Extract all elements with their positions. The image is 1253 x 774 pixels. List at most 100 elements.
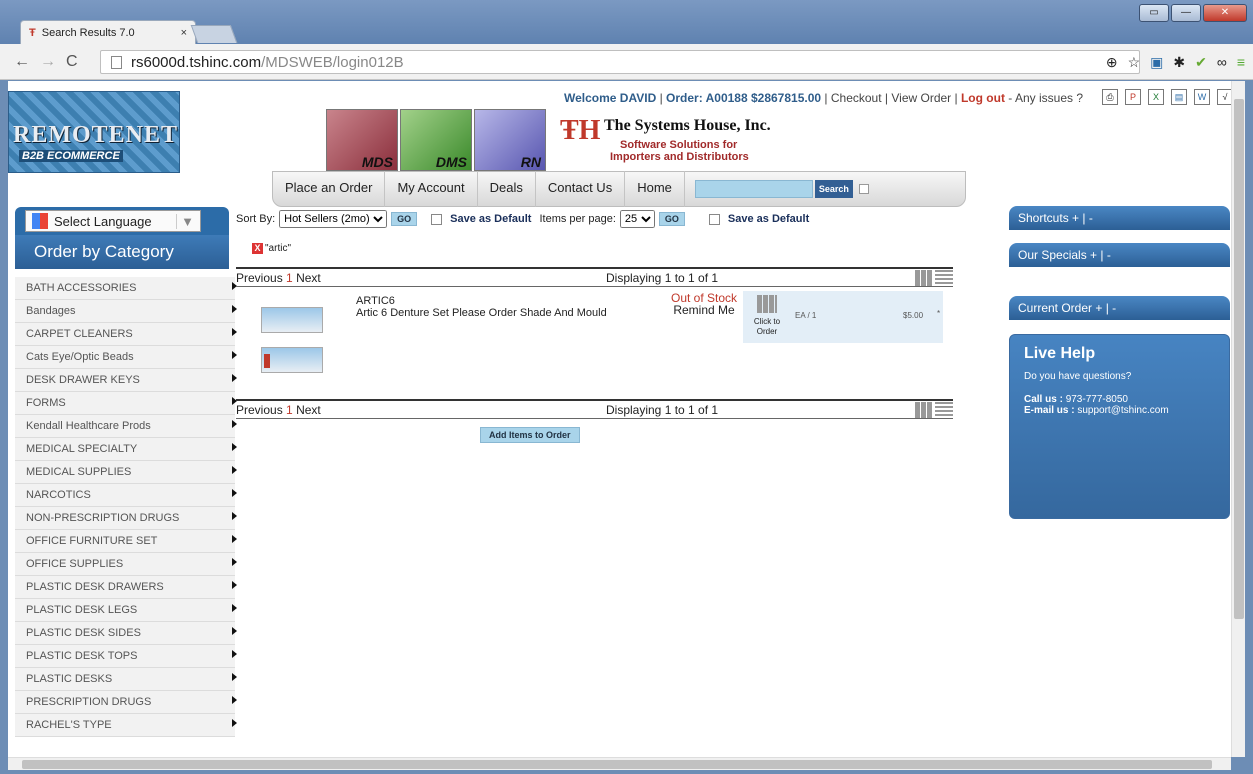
browser-tab[interactable]: Ŧ Search Results 7.0 × (20, 20, 196, 44)
page-number-bottom[interactable]: 1 (286, 403, 293, 417)
bookmark-star-icon[interactable]: ☆ (1128, 54, 1141, 71)
minimize-button[interactable]: — (1171, 4, 1201, 22)
reload-icon[interactable]: C (66, 53, 78, 71)
search-input[interactable] (694, 180, 813, 198)
excel-icon[interactable]: X (1148, 89, 1164, 105)
list-view-icon[interactable] (935, 269, 953, 286)
product-sku[interactable]: ARTIC6 (356, 295, 395, 307)
remove-filter-icon[interactable]: X (252, 243, 263, 254)
csv-icon[interactable]: ▤ (1171, 89, 1187, 105)
remind-me-link[interactable]: Remind Me (664, 303, 744, 317)
horizontal-scrollbar[interactable] (8, 757, 1231, 770)
category-item[interactable]: PLASTIC DESK SIDES (15, 622, 237, 645)
horizontal-scroll-thumb[interactable] (22, 760, 1212, 769)
glasses-icon[interactable]: ∞ (1217, 54, 1227, 71)
category-item[interactable]: OFFICE FURNITURE SET (15, 530, 237, 553)
product-row: ARTIC6 Artic 6 Denture Set Please Order … (236, 291, 953, 391)
logo-sub: B2B ECOMMERCE (19, 150, 123, 162)
per-page-select[interactable]: 25 (619, 210, 655, 228)
list-view-icon[interactable] (935, 401, 953, 418)
favicon-icon: Ŧ (29, 26, 36, 39)
specials-panel[interactable]: Our Specials + | - (1009, 243, 1230, 267)
restore-button[interactable]: ▭ (1139, 4, 1169, 22)
sort-go-button[interactable]: GO (391, 212, 418, 226)
category-item[interactable]: CARPET CLEANERS (15, 323, 237, 346)
tab-close-icon[interactable]: × (181, 27, 187, 39)
next-link[interactable]: Next (296, 271, 321, 285)
nav-deals[interactable]: Deals (478, 171, 536, 207)
shortcuts-panel[interactable]: Shortcuts + | - (1009, 206, 1230, 230)
gear-icon[interactable]: ✱ (1173, 54, 1185, 71)
forward-icon[interactable]: → (40, 53, 56, 71)
checkout-link[interactable]: Checkout (831, 91, 882, 105)
nav-home[interactable]: Home (625, 171, 685, 207)
click-to-order[interactable]: Click to Order (749, 317, 785, 337)
print-icon[interactable]: ⎙ (1102, 89, 1118, 105)
category-item[interactable]: Bandages (15, 300, 237, 323)
new-tab-button[interactable] (190, 25, 238, 43)
order-summary: Order: A00188 $2867815.00 (666, 91, 822, 105)
view-order-link[interactable]: View Order (891, 91, 951, 105)
mds-logo[interactable]: MDS (326, 109, 398, 171)
category-item[interactable]: MEDICAL SUPPLIES (15, 461, 237, 484)
category-item[interactable]: DESK DRAWER KEYS (15, 369, 237, 392)
company-logo[interactable]: ŦH The Systems House, Inc. Software Solu… (560, 111, 790, 169)
search-checkbox[interactable] (858, 184, 869, 194)
nav-my-account[interactable]: My Account (385, 171, 478, 207)
address-bar[interactable]: rs6000d.tshinc.com/MDSWEB/login012B (100, 50, 1140, 74)
phone-number[interactable]: 973-777-8050 (1066, 394, 1128, 405)
previous-link-bottom[interactable]: Previous (236, 403, 283, 417)
previous-link[interactable]: Previous (236, 271, 283, 285)
vertical-scrollbar[interactable] (1231, 81, 1245, 757)
pdf-icon[interactable]: P (1125, 89, 1141, 105)
window-controls: ▭ — ✕ (1139, 4, 1247, 22)
rn-logo[interactable]: RN (474, 109, 546, 171)
zoom-icon[interactable]: ⊕ (1106, 54, 1118, 71)
current-order-panel[interactable]: Current Order + | - (1009, 296, 1230, 320)
menu-icon[interactable]: ≡ (1237, 54, 1245, 71)
category-item[interactable]: PLASTIC DESK DRAWERS (15, 576, 237, 599)
category-label: RACHEL'S TYPE (26, 719, 112, 731)
grid-order-icon[interactable] (757, 295, 777, 313)
nav-place-order[interactable]: Place an Order (273, 171, 386, 207)
per-page-go-button[interactable]: GO (658, 212, 685, 226)
close-window-button[interactable]: ✕ (1203, 4, 1247, 22)
checkmark-extension-icon[interactable]: ✔ (1195, 54, 1207, 71)
logout-link[interactable]: Log out (961, 91, 1005, 105)
save-default-checkbox-2[interactable] (708, 213, 720, 225)
extension-icon[interactable]: ▣ (1150, 54, 1163, 71)
category-item[interactable]: NON-PRESCRIPTION DRUGS (15, 507, 237, 530)
sort-select[interactable]: Hot Sellers (2mo) (279, 210, 388, 228)
check-icon[interactable]: √ (1217, 89, 1231, 105)
category-item[interactable]: FORMS (15, 392, 237, 415)
category-item[interactable]: MEDICAL SPECIALTY (15, 438, 237, 461)
product-image-1[interactable] (261, 307, 323, 333)
grid-view-icon[interactable] (915, 401, 933, 418)
save-default-checkbox[interactable] (431, 213, 443, 225)
dms-logo[interactable]: DMS (400, 109, 472, 171)
category-item[interactable]: NARCOTICS (15, 484, 237, 507)
language-select[interactable]: Select Language ▼ (25, 210, 201, 232)
category-item[interactable]: PLASTIC DESK LEGS (15, 599, 237, 622)
back-icon[interactable]: ← (14, 53, 30, 71)
category-item[interactable]: PRESCRIPTION DRUGS (15, 691, 237, 714)
category-item[interactable]: RACHEL'S TYPE (15, 714, 237, 737)
category-label: MEDICAL SUPPLIES (26, 466, 132, 478)
add-items-button[interactable]: Add Items to Order (480, 427, 580, 443)
company-name: The Systems House, Inc. (604, 117, 771, 134)
grid-view-icon[interactable] (915, 269, 933, 286)
category-item[interactable]: BATH ACCESSORIES (15, 277, 237, 300)
category-item[interactable]: Kendall Healthcare Prods (15, 415, 237, 438)
search-button[interactable]: Search (814, 180, 853, 198)
vertical-scroll-thumb[interactable] (1234, 99, 1244, 619)
category-item[interactable]: OFFICE SUPPLIES (15, 553, 237, 576)
nav-contact-us[interactable]: Contact Us (536, 171, 626, 207)
page-number[interactable]: 1 (286, 271, 293, 285)
category-item[interactable]: Cats Eye/Optic Beads (15, 346, 237, 369)
word-icon[interactable]: W (1194, 89, 1210, 105)
product-image-2[interactable] (261, 347, 323, 373)
category-item[interactable]: PLASTIC DESKS (15, 668, 237, 691)
category-item[interactable]: PLASTIC DESK TOPS (15, 645, 237, 668)
next-link-bottom[interactable]: Next (296, 403, 321, 417)
email-address[interactable]: support@tshinc.com (1077, 405, 1168, 416)
